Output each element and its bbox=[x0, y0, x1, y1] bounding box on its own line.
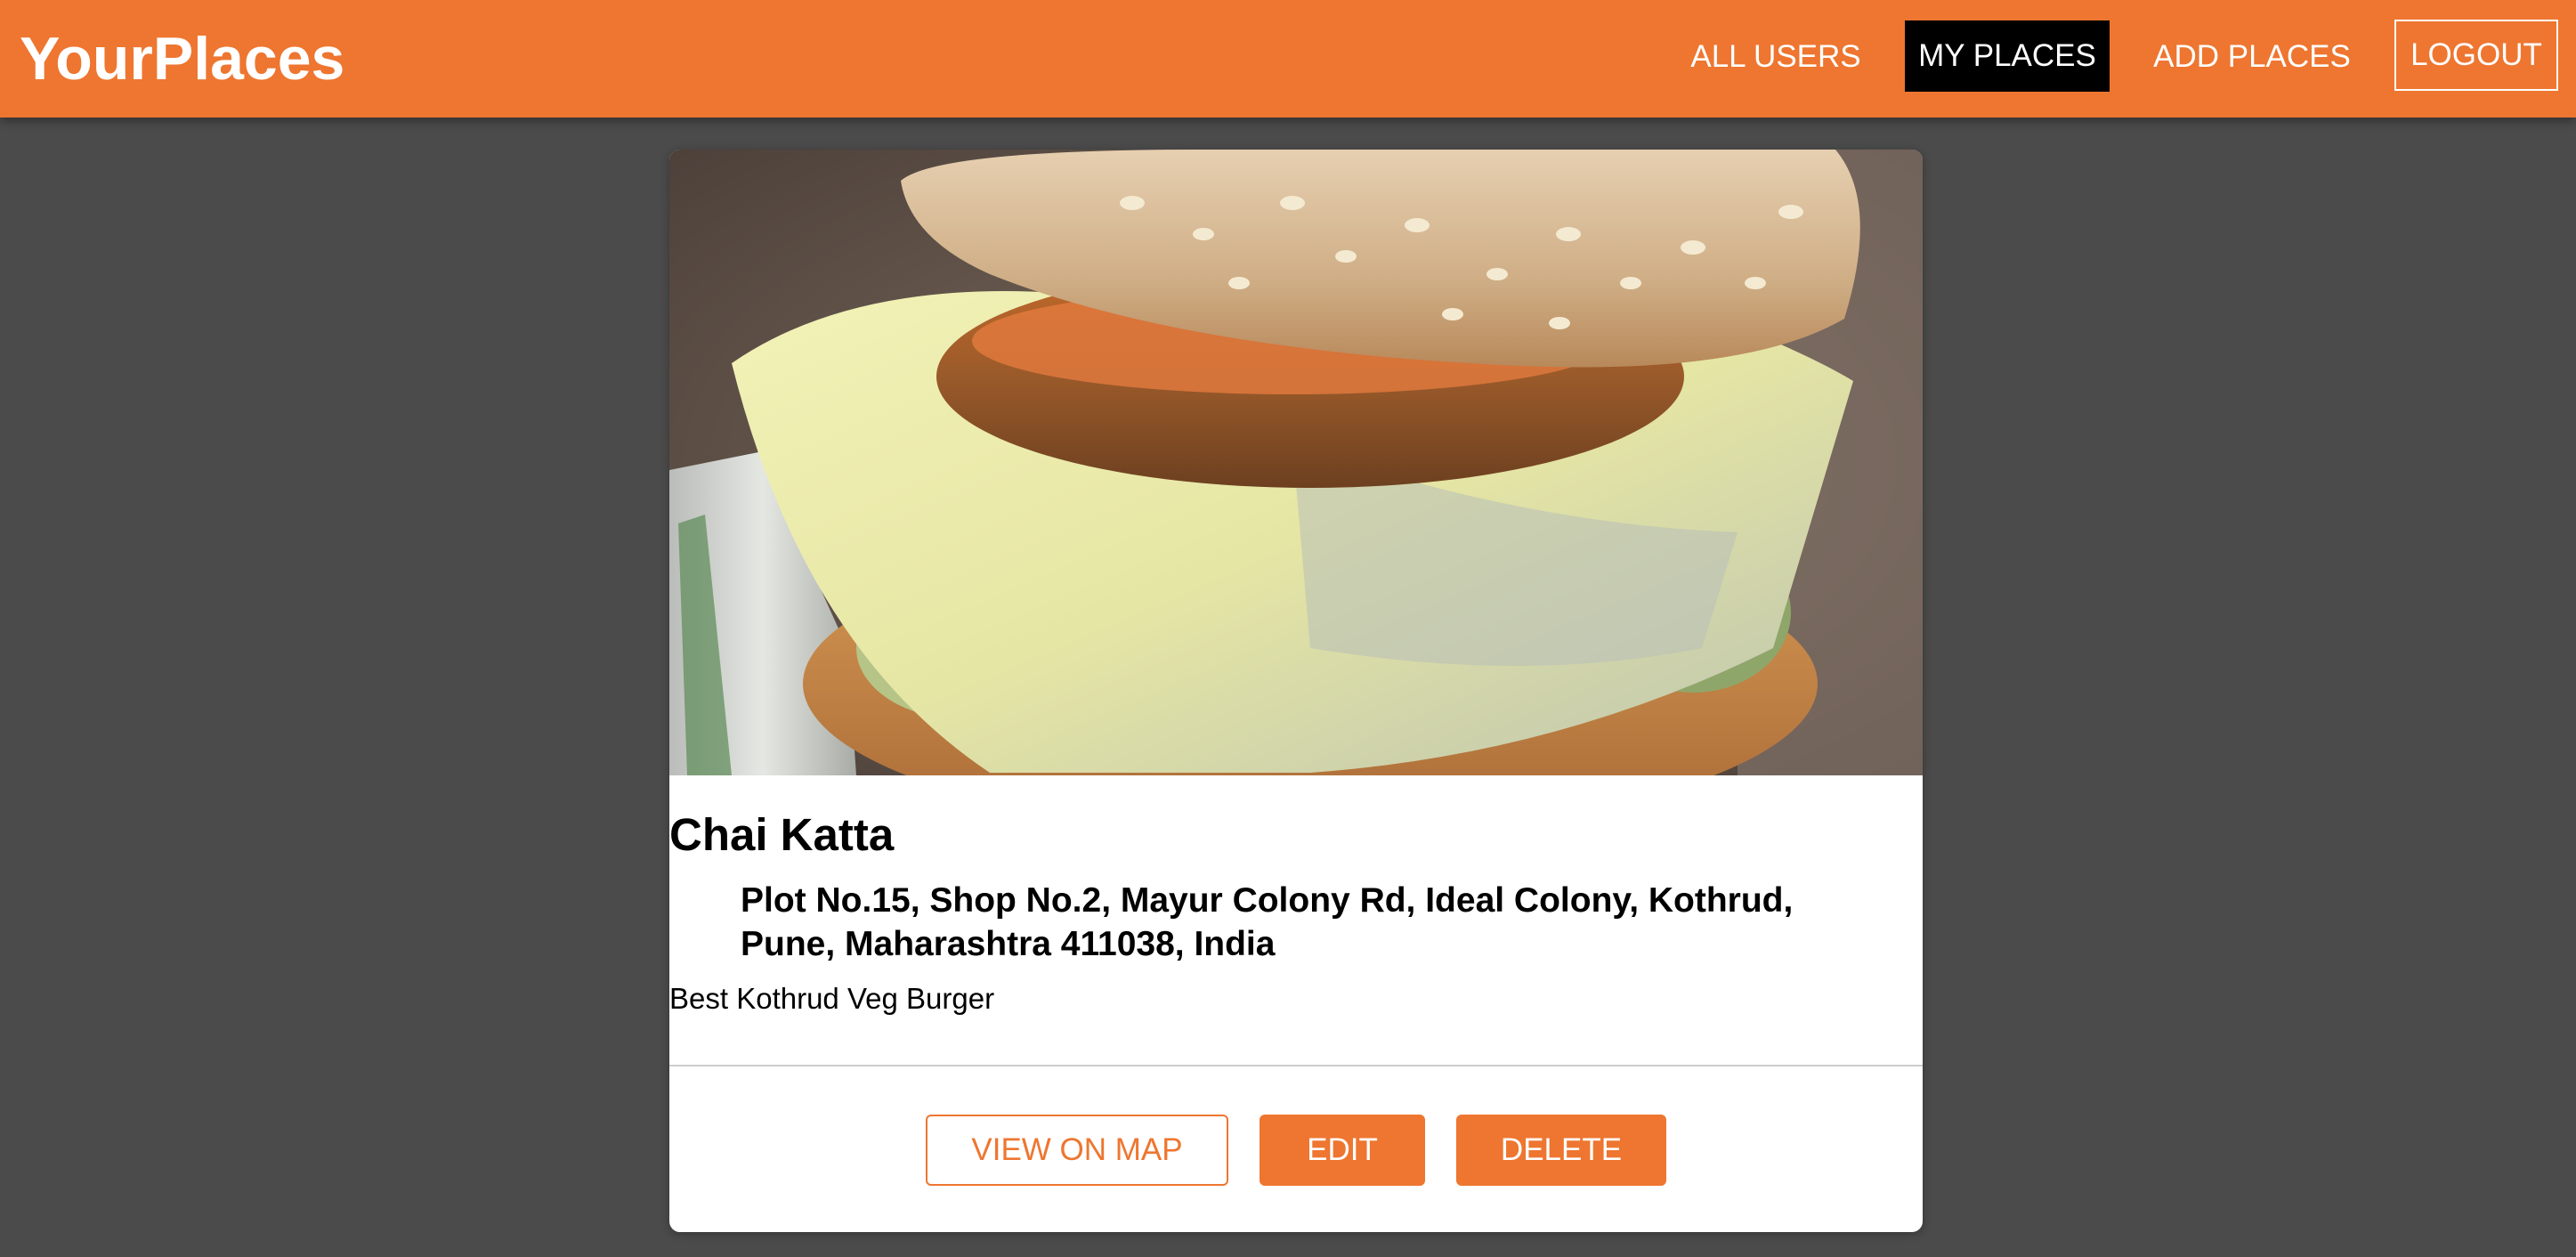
place-address: Plot No.15, Shop No.2, Mayur Colony Rd, … bbox=[741, 881, 1794, 963]
place-description: Best Kothrud Veg Burger bbox=[669, 982, 995, 1015]
app-logo[interactable]: YourPlaces bbox=[20, 21, 344, 96]
nav-link-all-users[interactable]: ALL USERS bbox=[1682, 21, 1869, 93]
place-image bbox=[669, 150, 1923, 775]
main-header: YourPlaces ALL USERS MY PLACES ADD PLACE… bbox=[0, 0, 2576, 118]
view-on-map-button[interactable]: VIEW ON MAP bbox=[926, 1115, 1228, 1186]
nav-link-add-places[interactable]: ADD PLACES bbox=[2145, 21, 2359, 93]
card-divider bbox=[669, 1065, 1923, 1066]
place-title-display: Chai Katta bbox=[669, 809, 895, 860]
delete-button[interactable]: DELETE bbox=[1456, 1115, 1666, 1186]
place-card: Chai Katta Plot No.15, Shop No.2, Mayur … bbox=[669, 150, 1923, 1232]
nav-link-my-places[interactable]: MY PLACES bbox=[1905, 20, 2110, 92]
edit-button[interactable]: EDIT bbox=[1260, 1115, 1425, 1186]
logout-button[interactable]: LOGOUT bbox=[2394, 20, 2558, 91]
